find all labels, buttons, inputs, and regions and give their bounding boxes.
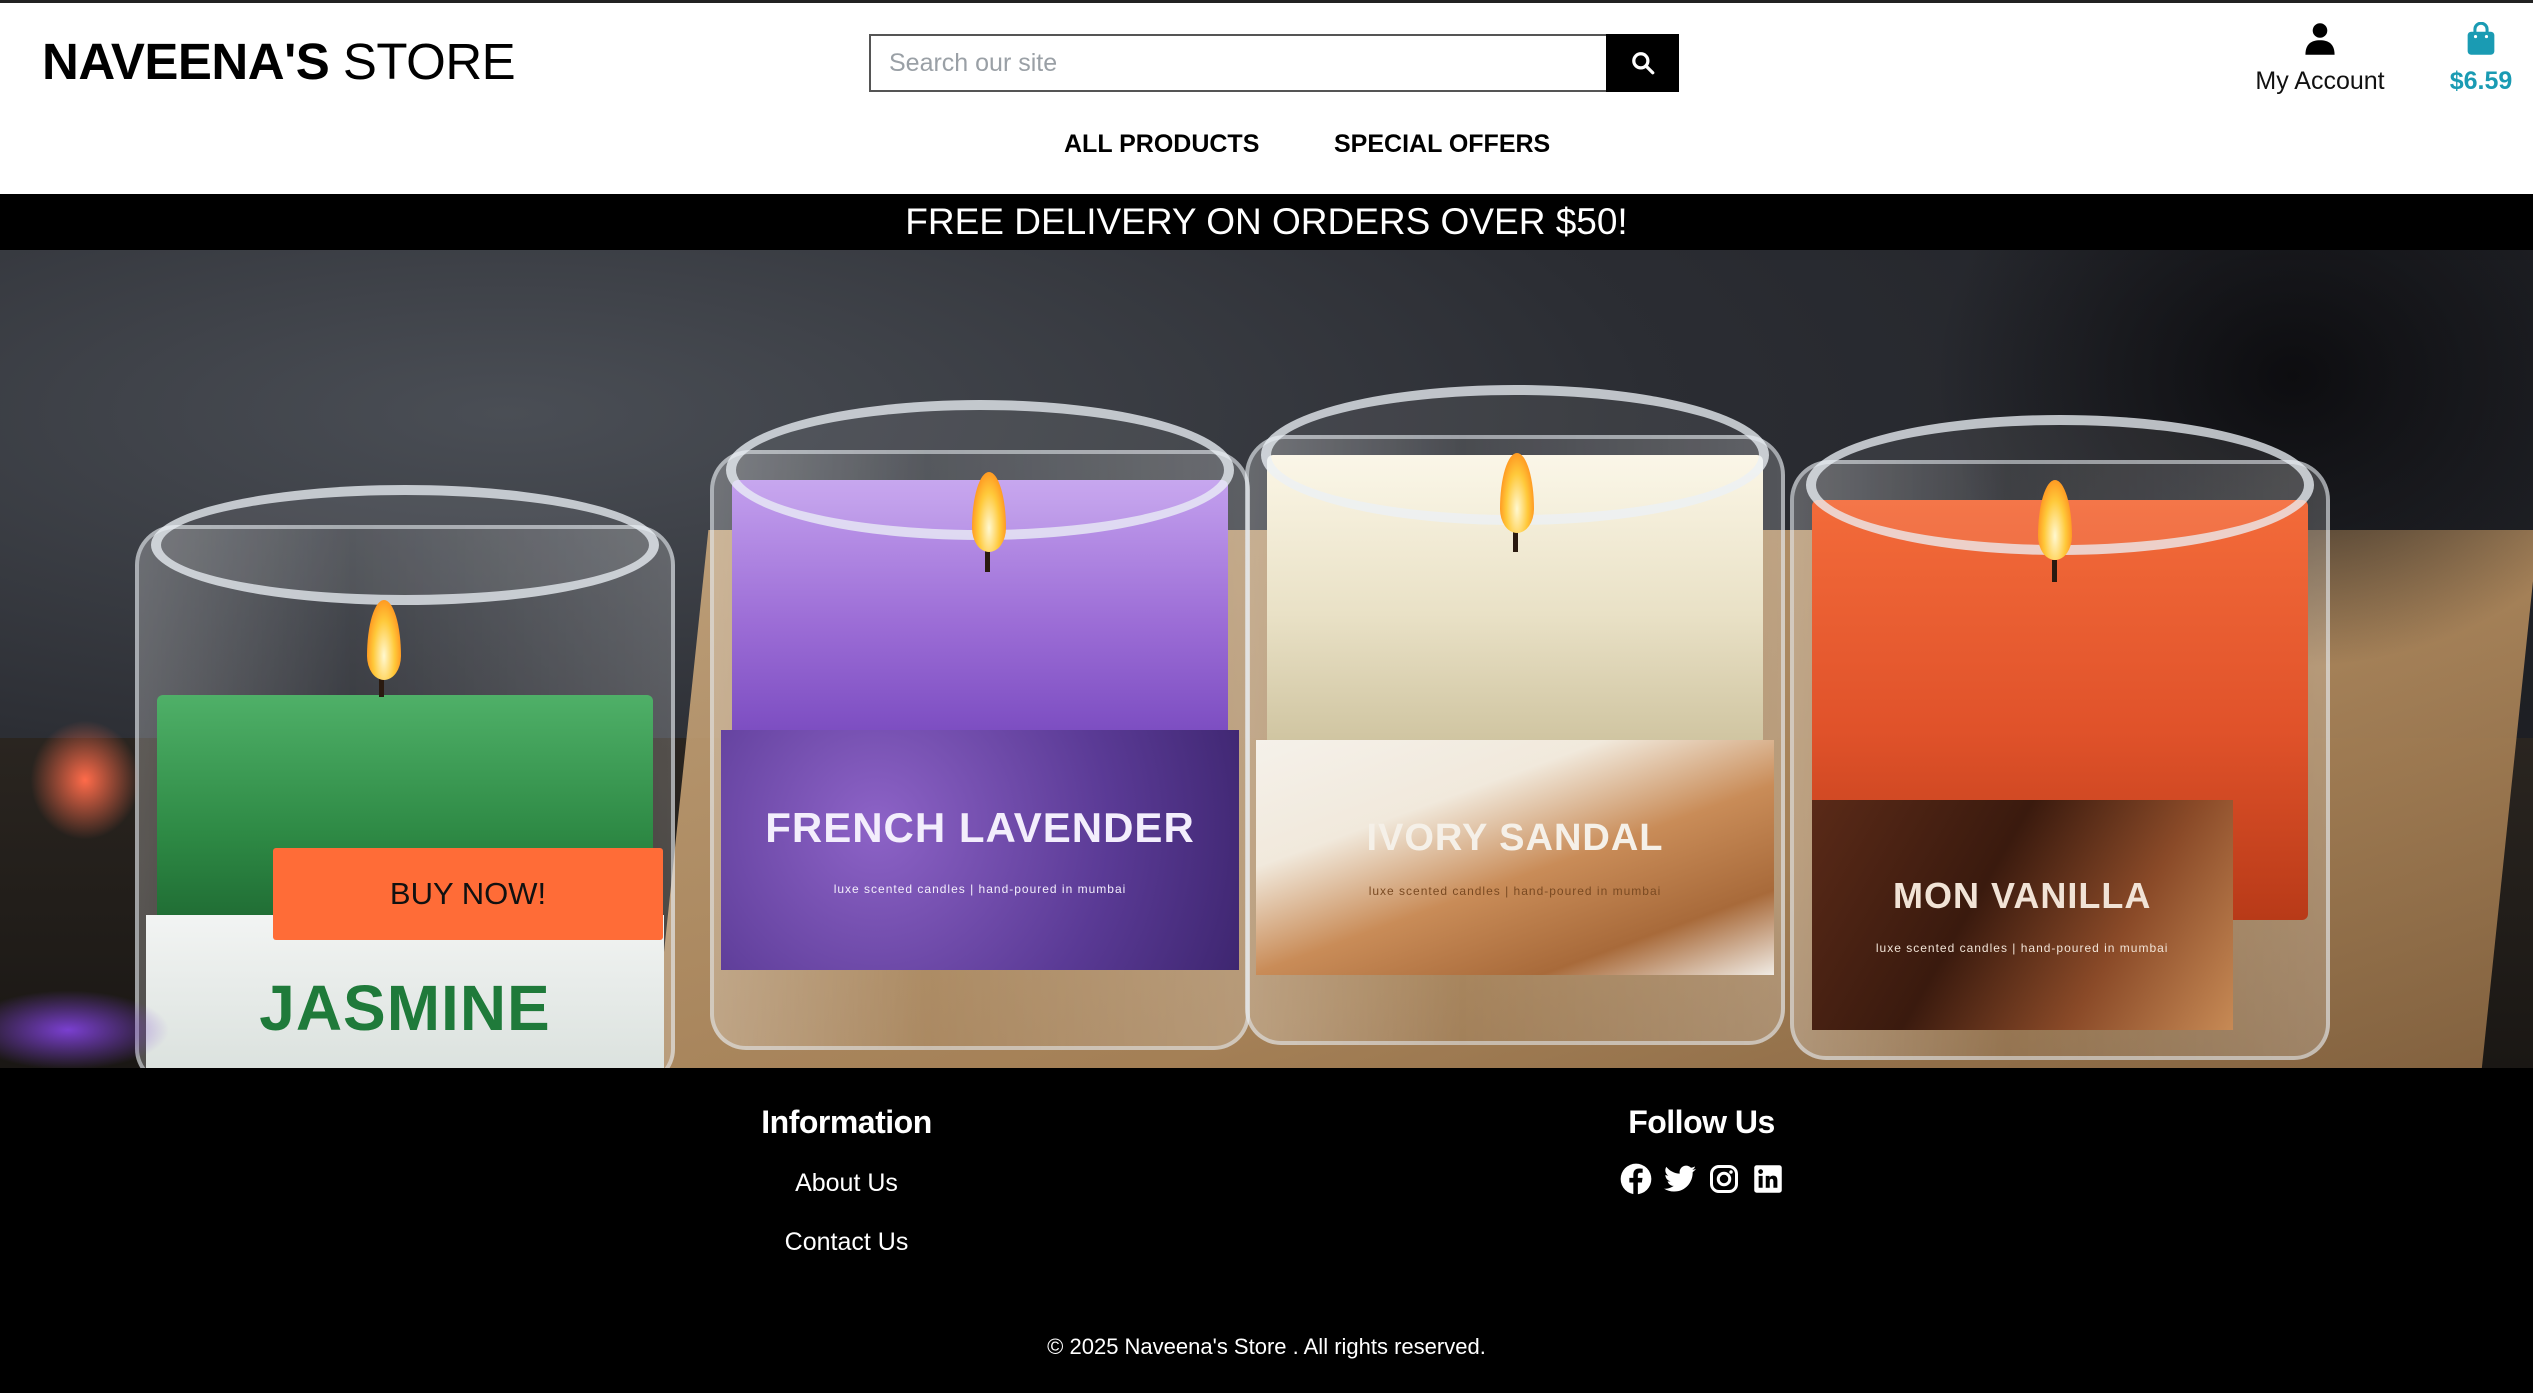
shopping-bag-link[interactable]: $6.59	[2440, 21, 2522, 96]
footer-follow-title: Follow Us	[1628, 1104, 1775, 1140]
hero-image: JASMINE FRENCH LAVENDER luxe scented can…	[0, 250, 2533, 1068]
copyright-text: © 2025 Naveena's Store . All rights rese…	[1047, 1334, 1486, 1359]
candle-jar-french-lavender: FRENCH LAVENDER luxe scented candles | h…	[710, 380, 1250, 1068]
my-account-label: My Account	[2255, 67, 2385, 95]
search-button[interactable]	[1606, 34, 1679, 92]
facebook-icon	[1620, 1163, 1651, 1195]
candle-jar-ivory-sandal: IVORY SANDAL luxe scented candles | hand…	[1245, 365, 1785, 1065]
logo-bold-text: NAVEENA'S	[42, 33, 330, 90]
jar-label-cinnamon-vanilla: MON VANILLA	[1893, 875, 2152, 916]
nav-special-offers[interactable]: SPECIAL OFFERS	[1334, 130, 1550, 159]
nav-all-products[interactable]: ALL PRODUCTS	[1064, 130, 1259, 159]
buy-now-button[interactable]: BUY NOW!	[273, 848, 663, 940]
twitter-icon	[1663, 1165, 1696, 1192]
my-account-link[interactable]: My Account	[2240, 22, 2400, 96]
facebook-link[interactable]	[1620, 1163, 1652, 1195]
search-form	[869, 34, 1679, 92]
promo-banner: FREE DELIVERY ON ORDERS OVER $50!	[0, 194, 2533, 250]
main-nav: ALL PRODUCTS SPECIAL OFFERS	[0, 130, 2533, 174]
linkedin-icon	[1753, 1165, 1782, 1193]
jar-label-subtext: luxe scented candles | hand-poured in mu…	[1875, 941, 2169, 955]
linkedin-link[interactable]	[1752, 1163, 1784, 1195]
top-border	[0, 0, 2533, 3]
footer-information-title: Information	[761, 1104, 932, 1140]
decorative-flower	[0, 990, 170, 1068]
footer-link-about-us[interactable]: About Us	[680, 1169, 1013, 1198]
candle-jar-cinnamon-vanilla: MON VANILLA luxe scented candles | hand-…	[1790, 400, 2330, 1068]
bag-total: $6.59	[2449, 67, 2513, 95]
instagram-icon	[1709, 1165, 1738, 1193]
footer-follow: Follow Us	[1550, 1104, 1853, 1195]
jar-label-ivory-sandal: IVORY SANDAL	[1366, 817, 1664, 859]
candle-jar-jasmine: JASMINE	[135, 445, 675, 1068]
store-logo[interactable]: NAVEENA'S STORE	[42, 30, 516, 94]
social-links	[1550, 1163, 1853, 1195]
jar-label-subtext: luxe scented candles | hand-poured in mu…	[833, 882, 1127, 896]
search-input[interactable]	[869, 34, 1606, 92]
search-icon	[1631, 52, 1654, 75]
logo-light-text: STORE	[342, 33, 516, 90]
jar-label-jasmine: JASMINE	[259, 972, 551, 1044]
jar-label-subtext: luxe scented candles | hand-poured in mu…	[1368, 884, 1662, 898]
shopping-bag-icon	[2467, 21, 2495, 55]
decorative-flower	[30, 720, 140, 840]
footer-information: Information About Us Contact Us	[680, 1104, 1013, 1257]
user-icon	[2305, 23, 2335, 55]
instagram-link[interactable]	[1708, 1163, 1740, 1195]
jar-label-french-lavender: FRENCH LAVENDER	[765, 804, 1195, 851]
footer: Information About Us Contact Us Follow U…	[0, 1068, 2533, 1393]
footer-link-contact-us[interactable]: Contact Us	[680, 1228, 1013, 1257]
twitter-link[interactable]	[1663, 1163, 1696, 1195]
